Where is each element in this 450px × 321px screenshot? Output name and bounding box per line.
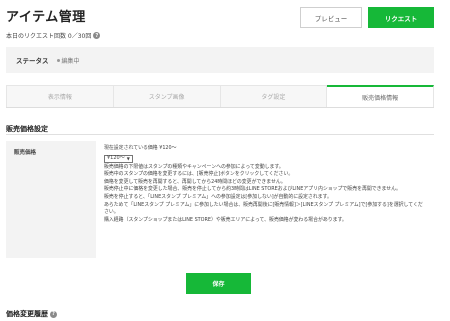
price-row-content: 現在設定されている価格 ¥120～ ¥120～ ▼ 販売価格の下限値はスタンプの… [96, 141, 434, 258]
price-note: 販売を停止すると、「LINEスタンプ プレミアム」への参加設定は[参加しない]が… [104, 193, 332, 200]
current-price-text: 現在設定されている価格 ¥120～ [104, 145, 177, 151]
request-count: 本日のリクエスト回数 0／30回 ? [6, 31, 101, 40]
preview-button[interactable]: プレビュー [300, 7, 362, 28]
status-value: 編集中 [61, 57, 80, 65]
price-note: 販売停止中に価格を変更した場合、販売を停止してから約3時間はLINE STORE… [104, 186, 401, 193]
help-icon[interactable]: ? [50, 310, 57, 318]
price-note: あらためて「LINEスタンプ プレミアム」に参加したい場合は、販売再開後に[販売… [104, 201, 423, 216]
help-icon[interactable]: ? [93, 32, 101, 39]
status-bar: ステータス 編集中 [6, 47, 434, 73]
chevron-down-icon: ▼ [126, 155, 130, 161]
page-header: アイテム管理 本日のリクエスト回数 0／30回 ? [6, 6, 101, 40]
price-settings-table: 販売価格 現在設定されている価格 ¥120～ ¥120～ ▼ 販売価格の下限値は… [6, 141, 434, 258]
status-label: ステータス [16, 57, 49, 65]
price-select-value: ¥120～ [107, 154, 125, 161]
section-title-price-settings: 販売価格設定 [6, 125, 48, 133]
request-count-text: 本日のリクエスト回数 0／30回 [6, 33, 92, 40]
price-history-title: 価格変更履歴 ? [6, 309, 57, 319]
tab-sticker-images[interactable]: スタンプ画像 [113, 85, 221, 107]
price-select[interactable]: ¥120～ ▼ [104, 154, 133, 163]
tab-tag-settings[interactable]: タグ設定 [220, 85, 328, 107]
tab-bar: 表示情報 スタンプ画像 タグ設定 販売価格情報 [6, 85, 434, 108]
page-title: アイテム管理 [6, 10, 86, 25]
section-divider [6, 134, 434, 135]
price-history-title-text: 価格変更履歴 [6, 310, 48, 318]
tab-display-info[interactable]: 表示情報 [6, 85, 114, 107]
tab-sales-price-info[interactable]: 販売価格情報 [327, 85, 434, 107]
price-note: 購入経路（スタンプショップまたはLINE STORE）や販売エリアによって、販売… [104, 216, 347, 223]
save-button[interactable]: 保存 [186, 273, 251, 294]
price-row-label: 販売価格 [6, 141, 96, 258]
request-button[interactable]: リクエスト [368, 7, 434, 28]
status-dot-icon [56, 58, 60, 62]
price-note: 販売中のスタンプの価格を変更するには、[販売停止]ボタンをクリックしてください。 [104, 171, 294, 178]
